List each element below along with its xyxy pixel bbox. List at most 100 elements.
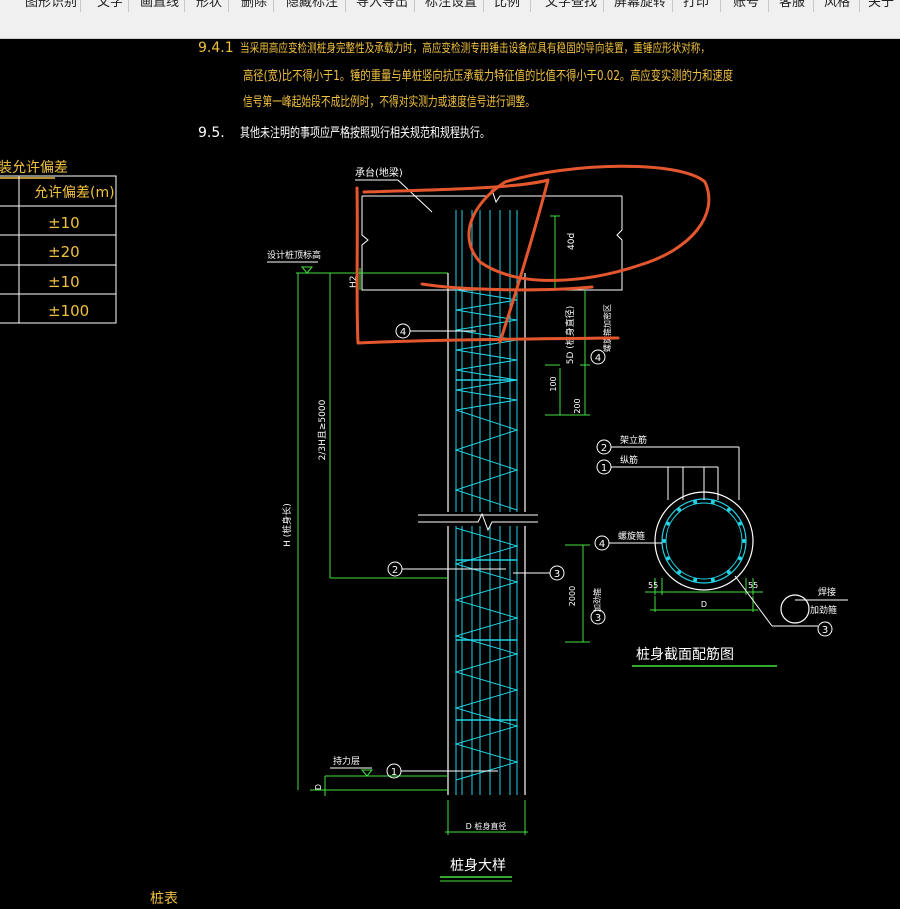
toolbar-item-label-settings[interactable]: 标注设置 — [425, 0, 477, 11]
svg-text:2: 2 — [601, 443, 607, 454]
embed-length-label: 40d — [567, 233, 577, 250]
toolbar-separator — [672, 0, 673, 12]
svg-text:4: 4 — [400, 327, 406, 338]
toolbar-item-recognize[interactable]: 图形识别 — [25, 0, 77, 11]
hoop-label-stiffener: 加劲箍 — [810, 604, 837, 616]
tolerance-table-title: 装允许偏差 — [0, 160, 68, 176]
section-dim-left: 55 — [648, 581, 658, 590]
rebar-dot — [666, 556, 670, 561]
toolbar-item-text[interactable]: 文字 — [97, 0, 123, 11]
annotation-rectangle — [355, 178, 620, 345]
section-callout-1: 1 纵筋 — [596, 454, 719, 500]
svg-text:2: 2 — [392, 565, 398, 576]
toolbar-item-rotate-screen[interactable]: 屏幕旋转 — [614, 0, 666, 11]
toolbar-separator — [813, 0, 814, 12]
tolerance-row-value: ±100 — [48, 302, 89, 320]
toolbar-item-line[interactable]: 画直线 — [140, 0, 179, 11]
svg-text:3: 3 — [822, 625, 828, 636]
bottom-dim-2000: 2000 — [568, 586, 577, 606]
length-label: 2/3H且≥5000 — [317, 399, 328, 460]
toolbar-item-account[interactable]: 账号 — [733, 0, 759, 11]
svg-text:4: 4 — [599, 539, 605, 550]
section-callout-4: 4 螺旋箍 — [594, 530, 662, 551]
toolbar-separator — [859, 0, 860, 12]
dim-100: 100 — [549, 376, 558, 391]
section-rebar-dots — [662, 500, 746, 582]
toolbar-separator — [273, 0, 274, 12]
hoop-label-weld: 焊接 — [818, 586, 836, 598]
toolbar-separator — [128, 0, 129, 12]
top-toolbar: 图形识别 文字 画直线 形状 删除 隐藏标注 导入导出 标注设置 比例 文字查找… — [0, 0, 900, 39]
drawing-canvas[interactable]: 9.4.1 当采用高应变检测桩身完整性及承载力时，高应变检测专用锤击设备应具有稳… — [0, 38, 900, 907]
hand-annotation — [355, 164, 711, 345]
toolbar-separator — [80, 0, 81, 12]
rebar-dot — [693, 500, 698, 504]
section-title: 桩身截面配筋图 — [636, 646, 734, 663]
rebar-dot — [742, 539, 746, 543]
tolerance-table: 装允许偏差 允许偏差(m) ±10 ±20 ±10 ±100 — [0, 160, 117, 324]
pile-detail-drawing: 承台(地梁) 设计桩顶标高 H2 40d 2/3H且≥5000 H (桩身长) … — [267, 166, 623, 882]
note-941-line3: 信号第一峰起始段不成比例时，不得对实测力或速度信号进行调整。 — [243, 94, 535, 110]
rebar-dot — [738, 556, 742, 561]
callout-4-right: 4 — [590, 349, 606, 365]
svg-text:1: 1 — [601, 463, 607, 474]
total-length-label: H (桩身长) — [281, 503, 293, 547]
toolbar-item-text-search[interactable]: 文字查找 — [545, 0, 597, 11]
bearing-label: 持力层 — [333, 755, 360, 767]
spiral-dense-top — [455, 289, 518, 411]
section-dim-right: 55 — [748, 581, 758, 590]
annotation-ellipse — [420, 164, 711, 292]
svg-text:3: 3 — [554, 569, 560, 580]
toolbar-item-import-export[interactable]: 导入导出 — [356, 0, 408, 11]
toolbar-item-style[interactable]: 风格 — [824, 0, 850, 11]
svg-text:1: 1 — [391, 767, 397, 778]
toolbar-item-scale[interactable]: 比例 — [494, 0, 520, 11]
construction-notes: 9.4.1 当采用高应变检测桩身完整性及承载力时，高应变检测专用锤击设备应具有稳… — [198, 40, 733, 141]
toolbar-item-hide-labels[interactable]: 隐藏标注 — [286, 0, 338, 11]
toolbar-separator — [603, 0, 604, 12]
toolbar-separator — [414, 0, 415, 12]
rebar-dot — [738, 521, 742, 526]
note-95-text: 其他未注明的事项应严格按照现行相关规范和规程执行。 — [240, 125, 490, 141]
toolbar-item-shape[interactable]: 形状 — [196, 0, 222, 11]
rebar-dot — [662, 539, 666, 543]
section-dim-d: D — [701, 600, 707, 609]
rebar-dot — [666, 521, 670, 526]
toolbar-item-print[interactable]: 打印 — [683, 0, 709, 11]
svg-text:3: 3 — [595, 613, 601, 624]
bottom-small-label: D — [314, 784, 323, 790]
rebar-dot — [710, 500, 715, 504]
spiral-top-note: 螺旋箍加密区 — [602, 304, 612, 352]
dim-200: 200 — [573, 398, 582, 413]
toolbar-item-delete[interactable]: 删除 — [241, 0, 267, 11]
toolbar-item-support[interactable]: 客服 — [779, 0, 805, 11]
callout-3: 3 — [513, 565, 565, 581]
rebar-dot — [726, 507, 731, 512]
tolerance-table-header: 允许偏差(m) — [34, 185, 115, 201]
section-label-2: 架立筋 — [620, 434, 647, 446]
section-label-1: 纵筋 — [620, 454, 638, 466]
tolerance-row-value: ±10 — [48, 273, 80, 291]
toolbar-separator — [345, 0, 346, 12]
pile-table-label: 桩表 — [150, 890, 178, 905]
rebar-dot — [726, 570, 731, 575]
rebar-dot — [677, 570, 682, 575]
callout-3-vertical: 3 — [590, 609, 606, 625]
callout-4-top: 4 — [395, 323, 476, 339]
rebar-dot — [693, 578, 698, 582]
note-941-number: 9.4.1 — [198, 40, 234, 56]
toolbar-item-about[interactable]: 关于 — [868, 0, 894, 11]
cap-label: 承台(地梁) — [355, 166, 403, 179]
tolerance-row-value: ±20 — [48, 243, 80, 261]
tolerance-row-value: ±10 — [48, 214, 80, 232]
section-callout-3: 3 — [817, 621, 833, 637]
pile-width-label: D 桩身直径 — [466, 821, 507, 831]
section-label-4: 螺旋箍 — [618, 530, 645, 542]
design-top-label: 设计桩顶标高 — [267, 249, 321, 261]
toolbar-separator — [483, 0, 484, 12]
pile-section-drawing: 2 架立筋 1 纵筋 4 螺旋箍 55 55 D 焊接 加劲箍 3 桩身截面配筋… — [594, 434, 848, 667]
pile-detail-title: 桩身大样 — [450, 857, 506, 874]
spiral-top-label: 5D (桩身直径) — [564, 306, 576, 365]
svg-text:4: 4 — [595, 353, 601, 364]
bottom-note: 加劲箍 — [592, 588, 602, 612]
